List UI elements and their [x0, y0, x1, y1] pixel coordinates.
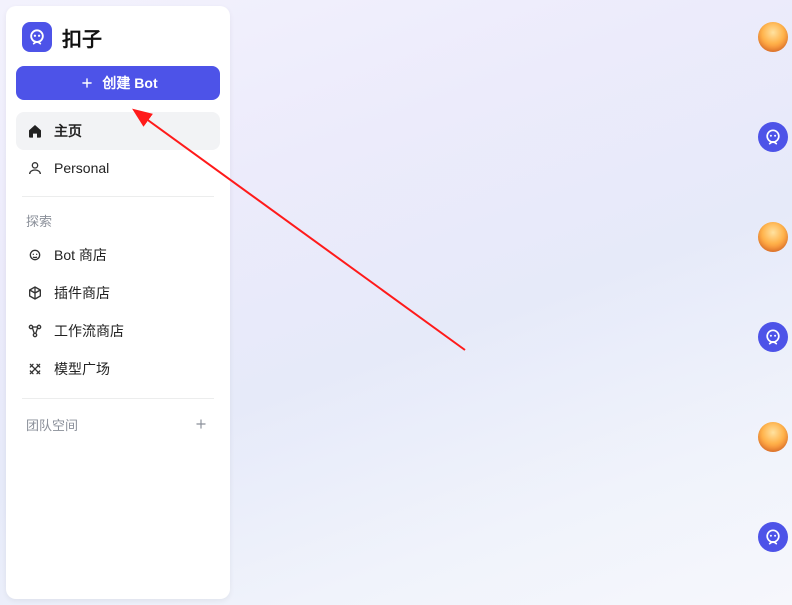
right-avatar-rail — [758, 22, 788, 552]
add-team-button[interactable] — [194, 417, 210, 433]
brand: 扣子 — [16, 20, 220, 66]
brand-logo-icon — [22, 22, 52, 52]
team-space-label: 团队空间 — [26, 415, 78, 434]
divider — [22, 196, 214, 197]
nav-workflow-store-label: 工作流商店 — [54, 321, 124, 341]
divider — [22, 398, 214, 399]
avatar[interactable] — [758, 422, 788, 452]
nav-home-label: 主页 — [54, 121, 82, 141]
home-icon — [26, 122, 44, 140]
team-space-row: 团队空间 — [16, 409, 220, 440]
workflow-icon — [26, 322, 44, 340]
create-bot-label: 创建 Bot — [102, 73, 157, 93]
bot-avatar[interactable] — [758, 322, 788, 352]
nav-model-square-label: 模型广场 — [54, 359, 110, 379]
nav-plugin-store[interactable]: 插件商店 — [16, 274, 220, 312]
plus-icon — [78, 74, 96, 92]
nav-bot-store-label: Bot 商店 — [54, 245, 107, 265]
cube-icon — [26, 284, 44, 302]
avatar[interactable] — [758, 222, 788, 252]
nav-plugin-store-label: 插件商店 — [54, 283, 110, 303]
bot-avatar[interactable] — [758, 522, 788, 552]
nav-bot-store[interactable]: Bot 商店 — [16, 236, 220, 274]
nav-model-square[interactable]: 模型广场 — [16, 350, 220, 388]
avatar[interactable] — [758, 22, 788, 52]
bot-avatar[interactable] — [758, 122, 788, 152]
sidebar: 扣子 创建 Bot 主页 Personal 探索 Bot 商店 插件商店 — [6, 6, 230, 599]
brand-title: 扣子 — [62, 23, 102, 52]
person-icon — [26, 159, 44, 177]
model-square-icon — [26, 360, 44, 378]
nav-personal-label: Personal — [54, 160, 109, 176]
bot-store-icon — [26, 246, 44, 264]
nav-home[interactable]: 主页 — [16, 112, 220, 150]
create-bot-button[interactable]: 创建 Bot — [16, 66, 220, 100]
explore-section-label: 探索 — [16, 207, 220, 236]
nav-workflow-store[interactable]: 工作流商店 — [16, 312, 220, 350]
nav-personal[interactable]: Personal — [16, 150, 220, 186]
